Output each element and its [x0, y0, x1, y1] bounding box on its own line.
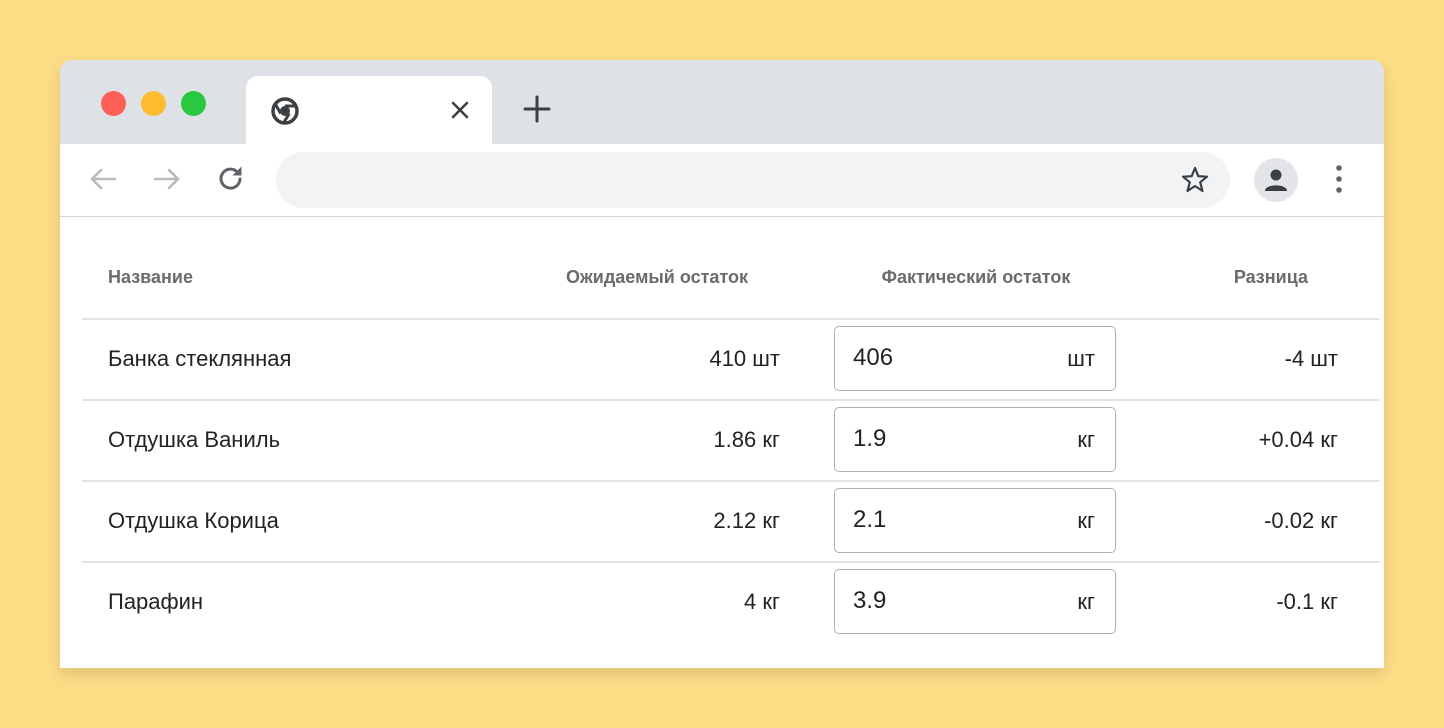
actual-quantity-field[interactable]: шт: [834, 326, 1116, 391]
person-icon: [1265, 169, 1287, 191]
difference-value: -0.1 кг: [1276, 589, 1338, 614]
browser-window: Название Ожидаемый остаток Фактический о…: [60, 60, 1384, 668]
page-content: Название Ожидаемый остаток Фактический о…: [60, 217, 1384, 668]
actual-quantity-field[interactable]: кг: [834, 407, 1116, 472]
window-minimize-button[interactable]: [141, 91, 166, 116]
difference-value: +0.04 кг: [1258, 427, 1338, 452]
browser-tab[interactable]: [246, 76, 492, 144]
actual-quantity-input[interactable]: [853, 422, 1033, 456]
header-name: Название: [108, 267, 193, 287]
actual-quantity-input[interactable]: [853, 584, 1033, 618]
actual-quantity-field[interactable]: кг: [834, 569, 1116, 634]
tab-strip: [60, 60, 1384, 144]
window-close-button[interactable]: [101, 91, 126, 116]
actual-quantity-input[interactable]: [853, 341, 1033, 375]
unit-label: кг: [1077, 508, 1095, 533]
item-name: Отдушка Корица: [108, 508, 279, 533]
expected-quantity: 2.12 кг: [713, 508, 780, 533]
address-bar[interactable]: [276, 152, 1230, 208]
table-row: Парафин 4 кг кг -0.1 кг: [82, 561, 1380, 644]
unit-label: кг: [1077, 427, 1095, 452]
header-actual: Фактический остаток: [881, 267, 1071, 287]
arrow-right-icon[interactable]: [150, 162, 184, 196]
difference-value: -0.02 кг: [1264, 508, 1338, 533]
table-row: Банка стеклянная 410 шт шт -4 шт: [82, 318, 1380, 401]
unit-label: шт: [1067, 346, 1095, 371]
star-icon[interactable]: [1180, 165, 1210, 195]
item-name: Банка стеклянная: [108, 346, 292, 371]
reload-icon[interactable]: [214, 162, 248, 196]
window-maximize-button[interactable]: [181, 91, 206, 116]
plus-icon[interactable]: [522, 94, 552, 124]
browser-toolbar: [60, 144, 1384, 217]
address-input[interactable]: [304, 162, 1158, 200]
actual-quantity-field[interactable]: кг: [834, 488, 1116, 553]
close-icon[interactable]: [446, 96, 474, 124]
header-diff: Разница: [1233, 267, 1308, 287]
actual-quantity-input[interactable]: [853, 503, 1033, 537]
item-name: Парафин: [108, 589, 204, 614]
table-row: Отдушка Корица 2.12 кг кг -0.02 кг: [82, 480, 1380, 563]
kebab-menu-icon[interactable]: [1326, 162, 1352, 196]
expected-quantity: 4 кг: [744, 589, 780, 614]
unit-label: кг: [1077, 589, 1095, 614]
header-expected: Ожидаемый остаток: [566, 267, 748, 287]
table-row: Отдушка Ваниль 1.86 кг кг +0.04 кг: [82, 399, 1380, 482]
expected-quantity: 1.86 кг: [713, 427, 780, 452]
chrome-icon: [271, 97, 299, 125]
profile-button[interactable]: [1254, 158, 1298, 202]
arrow-left-icon[interactable]: [86, 162, 120, 196]
difference-value: -4 шт: [1284, 346, 1338, 371]
expected-quantity: 410 шт: [709, 346, 780, 371]
item-name: Отдушка Ваниль: [108, 427, 281, 452]
